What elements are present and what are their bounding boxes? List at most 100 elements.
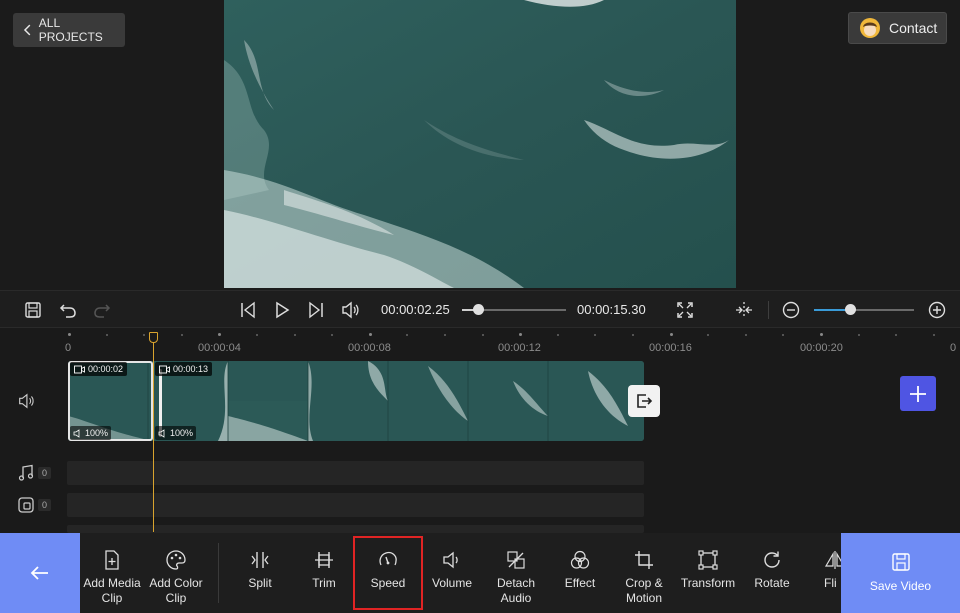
ruler-tick (181, 334, 183, 336)
player-controls: 00:00:02.25 00:00:15.30 (0, 290, 960, 328)
zoom-out-icon[interactable] (779, 298, 803, 322)
ruler-tick (670, 333, 673, 336)
ruler-tick (294, 334, 296, 336)
detach-audio-icon (507, 551, 525, 569)
tool-crop-motion[interactable]: Crop & Motion (612, 533, 676, 613)
clip-volume-badge: 100% (155, 426, 197, 440)
all-projects-button[interactable]: ALL PROJECTS (13, 13, 125, 47)
add-track-button[interactable] (900, 376, 936, 411)
tool-label: Detach Audio (496, 576, 536, 605)
divider (768, 301, 769, 319)
play-icon[interactable] (270, 298, 294, 322)
redo-icon[interactable] (90, 298, 114, 322)
transform-icon (698, 550, 718, 570)
tool-detach-audio[interactable]: Detach Audio (484, 533, 548, 613)
add-file-icon (105, 550, 119, 570)
skip-back-icon[interactable] (236, 298, 260, 322)
all-projects-label: ALL PROJECTS (38, 16, 103, 44)
clip-volume: 100% (170, 428, 194, 438)
trim-icon (315, 552, 333, 568)
tool-label: Split (248, 576, 272, 590)
save-project-icon[interactable] (21, 298, 45, 322)
ruler-label: 00:00:20 (800, 342, 843, 354)
tool-label: Transform (680, 576, 736, 590)
export-clip-button[interactable] (628, 385, 660, 417)
audio-track-count: 0 (38, 467, 51, 479)
ruler-tick (68, 333, 71, 336)
preview-area: ALL PROJECTS Contact (0, 0, 960, 290)
seek-handle[interactable] (472, 304, 484, 315)
skip-forward-icon[interactable] (304, 298, 328, 322)
ruler-tick (406, 334, 408, 336)
timeline[interactable]: 0 00:00:04 00:00:08 00:00:12 00:00:16 00… (0, 328, 960, 533)
save-video-label: Save Video (869, 579, 932, 593)
tool-effect[interactable]: Effect (548, 533, 612, 613)
back-button[interactable] (0, 533, 80, 613)
playhead-line[interactable] (153, 332, 154, 532)
tool-label: Trim (312, 576, 336, 590)
bottom-toolbar: Add Media Clip Add Color Clip Split Trim… (0, 533, 960, 613)
overlay-track-count: 0 (38, 499, 51, 511)
fit-timeline-icon[interactable] (732, 298, 756, 322)
tool-trim[interactable]: Trim (292, 533, 356, 613)
playhead-handle[interactable] (149, 332, 158, 343)
music-note-icon (16, 463, 36, 483)
save-video-button[interactable]: Save Video (841, 533, 960, 613)
zoom-in-icon[interactable] (925, 298, 949, 322)
tool-add-media-clip[interactable]: Add Media Clip (80, 533, 144, 613)
tool-label: Add Media Clip (83, 576, 141, 605)
zoom-slider[interactable] (814, 304, 914, 315)
clip-volume: 100% (85, 428, 109, 438)
contact-button[interactable]: Contact (848, 12, 947, 44)
effect-icon (570, 550, 590, 569)
ruler-tick (256, 334, 258, 336)
ruler-tick (369, 333, 372, 336)
arrow-left-icon (30, 566, 48, 580)
clip-duration-badge: 00:00:02 (70, 362, 128, 376)
seek-bar[interactable] (462, 304, 566, 315)
ruler-label: 00:00:04 (198, 342, 241, 354)
total-time: 00:00:15.30 (577, 302, 646, 317)
track-volume-icon[interactable] (16, 391, 36, 411)
ruler-label: 0 (950, 342, 957, 354)
ruler-tick (632, 334, 634, 336)
tool-label: Crop & Motion (625, 576, 663, 605)
tool-add-color-clip[interactable]: Add Color Clip (144, 533, 208, 613)
ruler-tick (895, 334, 897, 336)
ocean-video-frame (224, 0, 736, 288)
ruler-tick (858, 334, 860, 336)
video-camera-icon (74, 365, 85, 373)
speaker-icon (73, 428, 80, 438)
undo-icon[interactable] (56, 298, 80, 322)
speed-highlight (353, 536, 423, 610)
palette-icon (166, 550, 186, 570)
video-camera-icon (159, 365, 170, 373)
tool-label: Rotate (754, 576, 790, 590)
toolbar-divider (218, 543, 219, 603)
speaker-icon (158, 428, 165, 438)
fullscreen-icon[interactable] (673, 298, 697, 322)
volume-icon[interactable] (338, 298, 362, 322)
tool-rotate[interactable]: Rotate (740, 533, 804, 613)
ruler-tick (782, 334, 784, 336)
tool-transform[interactable]: Transform (676, 533, 740, 613)
ruler-tick (331, 334, 333, 336)
current-time: 00:00:02.25 (381, 302, 450, 317)
zoom-handle[interactable] (845, 304, 856, 315)
ruler-tick (745, 334, 747, 336)
tool-volume[interactable]: Volume (420, 533, 484, 613)
tool-split[interactable]: Split (228, 533, 292, 613)
video-preview[interactable] (224, 0, 736, 288)
ruler-tick (557, 334, 559, 336)
ruler-tick (143, 334, 145, 336)
rotate-icon (764, 551, 780, 568)
tool-label: Fli (824, 576, 837, 590)
ruler-label: 0 (65, 342, 72, 354)
clip-duration-badge: 00:00:13 (155, 362, 213, 376)
timeline-ruler[interactable]: 0 00:00:04 00:00:08 00:00:12 00:00:16 00… (0, 328, 960, 356)
ruler-tick (482, 334, 484, 336)
crop-icon (635, 551, 653, 569)
save-icon (891, 553, 910, 571)
plus-icon (910, 385, 926, 402)
overlay-icon (16, 495, 36, 515)
